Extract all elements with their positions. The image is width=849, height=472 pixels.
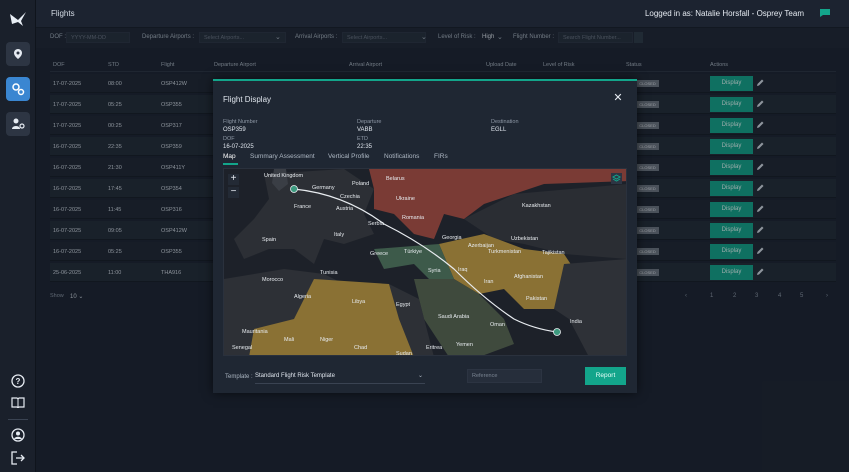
tab-summary-assessment[interactable]: Summary Assessment <box>250 153 315 160</box>
page-title: Flights <box>51 9 75 18</box>
sidebar-flights-settings-icon[interactable] <box>6 77 30 101</box>
dof-field-label: DOF <box>223 136 235 142</box>
map-country-label: Uzbekistan <box>511 236 539 242</box>
map-country-label: Afghanistan <box>514 274 544 280</box>
sidebar: ? <box>0 0 36 472</box>
tab-firs[interactable]: FIRs <box>434 153 448 160</box>
flight-display-modal: Flight Display ✕ Flight Number OSP359 De… <box>213 79 637 393</box>
destination-marker-icon[interactable] <box>290 185 298 193</box>
map-country-label: Algeria <box>294 294 312 300</box>
tab-notifications[interactable]: Notifications <box>384 153 419 160</box>
template-value: Standard Flight Risk Template <box>255 373 335 379</box>
map-country-label: Türkiye <box>404 249 423 255</box>
map-layers-icon[interactable] <box>611 173 622 184</box>
map-country-label: Eritrea <box>426 345 443 351</box>
osprey-logo-icon[interactable] <box>8 8 28 28</box>
logged-in-user: Logged in as: Natalie Horsfall - Osprey … <box>644 9 804 18</box>
modal-title: Flight Display <box>223 95 272 104</box>
map-country-label: Pakistan <box>526 296 548 302</box>
map-country-label: Germany <box>312 185 335 191</box>
map-country-label: Tunisia <box>320 270 338 276</box>
map-country-label: Serbia <box>368 221 384 227</box>
map-country-label: Tajikistan <box>542 250 565 256</box>
map-country-label: Italy <box>334 232 345 238</box>
map-country-label: Egypt <box>396 302 411 308</box>
close-icon[interactable]: ✕ <box>613 93 623 104</box>
map-canvas <box>224 169 626 355</box>
map-country-label: Mauritania <box>242 329 268 335</box>
departure-marker-icon[interactable] <box>553 328 561 336</box>
map-country-label: Libya <box>352 299 366 305</box>
map-country-label: Romania <box>402 215 425 221</box>
map-country-label: Kazakhstan <box>522 203 551 209</box>
manual-book-icon[interactable] <box>9 393 27 411</box>
map-country-label: Georgia <box>442 235 462 241</box>
help-icon[interactable]: ? <box>9 372 27 390</box>
flight-number-field-label: Flight Number <box>223 119 258 125</box>
map-country-label: Sudan <box>396 351 412 356</box>
report-button[interactable]: Report <box>585 367 626 385</box>
etd-value: 22:35 <box>357 144 373 150</box>
departure-value: VABB <box>357 127 373 133</box>
logout-icon[interactable] <box>9 449 27 467</box>
map-country-label: Greece <box>370 251 389 257</box>
tab-vertical-profile[interactable]: Vertical Profile <box>328 153 370 160</box>
map-country-label: Spain <box>262 237 277 243</box>
map-country-label: Iraq <box>458 267 468 273</box>
map-country-label: Turkmenistan <box>488 249 522 255</box>
map-country-label: France <box>294 204 312 210</box>
destination-value: EGLL <box>491 127 507 133</box>
route-map[interactable]: + − United Kingdom Germany Poland Belarus Uk… <box>223 168 627 356</box>
tab-map[interactable]: Map <box>223 153 236 160</box>
svg-text:?: ? <box>16 377 21 386</box>
etd-field-label: ETD <box>357 136 368 142</box>
map-country-label: Chad <box>354 345 368 351</box>
map-country-label: India <box>570 319 582 325</box>
sidebar-divider <box>8 419 28 420</box>
map-country-label: Belarus <box>386 176 405 182</box>
map-country-label: Niger <box>320 337 334 343</box>
map-country-label: Austria <box>336 206 354 212</box>
zoom-out-button[interactable]: − <box>228 187 239 198</box>
template-chevron-down-icon: ⌄ <box>417 373 423 379</box>
map-country-label: Mali <box>284 337 295 343</box>
flight-number-value: OSP359 <box>223 127 246 133</box>
active-tab-indicator <box>223 163 238 165</box>
feedback-chat-icon[interactable] <box>819 8 831 18</box>
map-country-label: Poland <box>352 181 370 187</box>
map-country-label: Oman <box>490 322 505 328</box>
map-country-label: Saudi Arabia <box>438 314 470 320</box>
template-select[interactable]: Standard Flight Risk Template ⌄ <box>255 370 425 384</box>
destination-field-label: Destination <box>491 119 519 125</box>
top-bar: Flights Logged in as: Natalie Horsfall -… <box>36 0 849 28</box>
map-country-label: Czechia <box>340 194 360 200</box>
map-country-label: Ukraine <box>396 196 415 202</box>
map-country-label: Yemen <box>456 342 473 348</box>
map-country-label: Senegal <box>232 345 253 351</box>
map-country-label: United Kingdom <box>264 173 304 179</box>
user-profile-icon[interactable] <box>9 426 27 444</box>
map-country-label: Syria <box>428 268 441 274</box>
zoom-in-button[interactable]: + <box>228 174 239 185</box>
template-label: Template : <box>225 374 253 380</box>
sidebar-map-pin-icon[interactable] <box>6 42 30 66</box>
dof-value: 16-07-2025 <box>223 144 254 150</box>
map-country-label: Morocco <box>262 277 284 283</box>
departure-field-label: Departure <box>357 119 382 125</box>
reference-input[interactable]: Reference <box>467 369 542 383</box>
sidebar-users-settings-icon[interactable] <box>6 112 30 136</box>
map-country-label: Iran <box>484 279 494 285</box>
